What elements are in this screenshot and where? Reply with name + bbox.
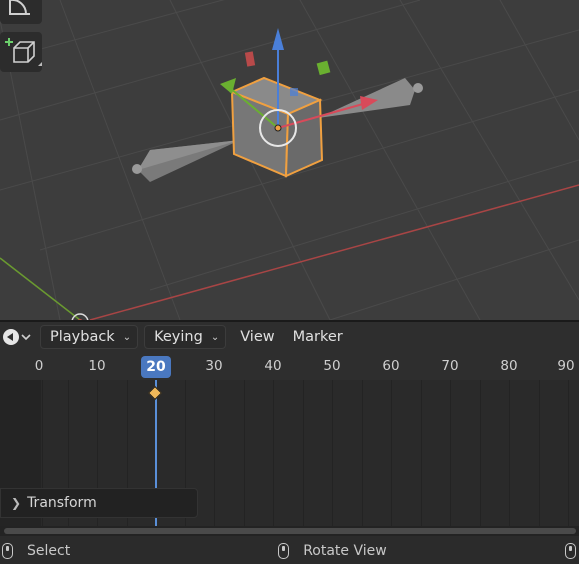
view-menu[interactable]: View (240, 329, 274, 345)
tick-label: 40 (264, 358, 282, 374)
transform-panel-toggle[interactable]: ❯ Transform (0, 488, 198, 518)
tick-label: 60 (382, 358, 400, 374)
keying-menu-label: Keying (154, 329, 203, 345)
keyframe-diamond[interactable] (147, 385, 163, 401)
gridline (273, 380, 274, 526)
transform-panel-label: Transform (27, 495, 97, 511)
keying-menu[interactable]: Keying ⌄ (144, 325, 227, 349)
x-axis-line (89, 184, 579, 320)
chevron-down-icon: ⌄ (122, 331, 132, 343)
gridline (244, 380, 245, 526)
gridline (421, 380, 422, 526)
mouse-left-icon (2, 543, 13, 559)
status-middle-action: Rotate View (303, 543, 387, 559)
tick-label: 10 (88, 358, 106, 374)
gridline (214, 380, 215, 526)
status-left-action: Select (27, 543, 71, 559)
gridline (509, 380, 510, 526)
tick-label: 50 (323, 358, 341, 374)
chevron-down-icon: ⌄ (210, 331, 220, 343)
editor-type-button[interactable] (0, 325, 34, 349)
gridline (332, 380, 333, 526)
add-cube-tool-button[interactable] (0, 32, 42, 72)
y-axis-line (0, 257, 81, 320)
tick-label: 30 (205, 358, 223, 374)
gridline (450, 380, 451, 526)
gridline (303, 380, 304, 526)
gridline (362, 380, 363, 526)
status-bar: Select Rotate View (0, 538, 579, 564)
horizontal-scrollbar[interactable] (0, 526, 579, 536)
chevron-right-icon: ❯ (11, 496, 22, 510)
viewport-scene (0, 0, 579, 320)
3d-viewport[interactable] (0, 0, 579, 320)
editor-type-icon (3, 329, 31, 345)
gridline (480, 380, 481, 526)
scrollbar-thumb[interactable] (4, 528, 576, 534)
add-cube-icon (5, 38, 42, 66)
tick-label: 70 (441, 358, 459, 374)
marker-menu[interactable]: Marker (293, 329, 343, 345)
gridline (568, 380, 569, 526)
object-origin (274, 124, 282, 132)
measure-icon (9, 0, 30, 15)
frame-ruler[interactable]: 0 10 30 40 50 60 70 80 90 20 (0, 352, 579, 380)
gridline (391, 380, 392, 526)
gridline (539, 380, 540, 526)
current-frame-indicator[interactable]: 20 (141, 356, 171, 378)
mouse-right-icon (564, 543, 576, 559)
measure-tool-button[interactable] (0, 0, 42, 24)
mouse-middle-icon (278, 543, 290, 559)
tick-label: 80 (500, 358, 518, 374)
tick-label: 90 (557, 358, 575, 374)
timeline-header: Playback ⌄ Keying ⌄ View Marker (0, 320, 579, 352)
playback-menu[interactable]: Playback ⌄ (40, 325, 139, 349)
playback-menu-label: Playback (50, 329, 115, 345)
tick-label: 0 (34, 358, 44, 374)
